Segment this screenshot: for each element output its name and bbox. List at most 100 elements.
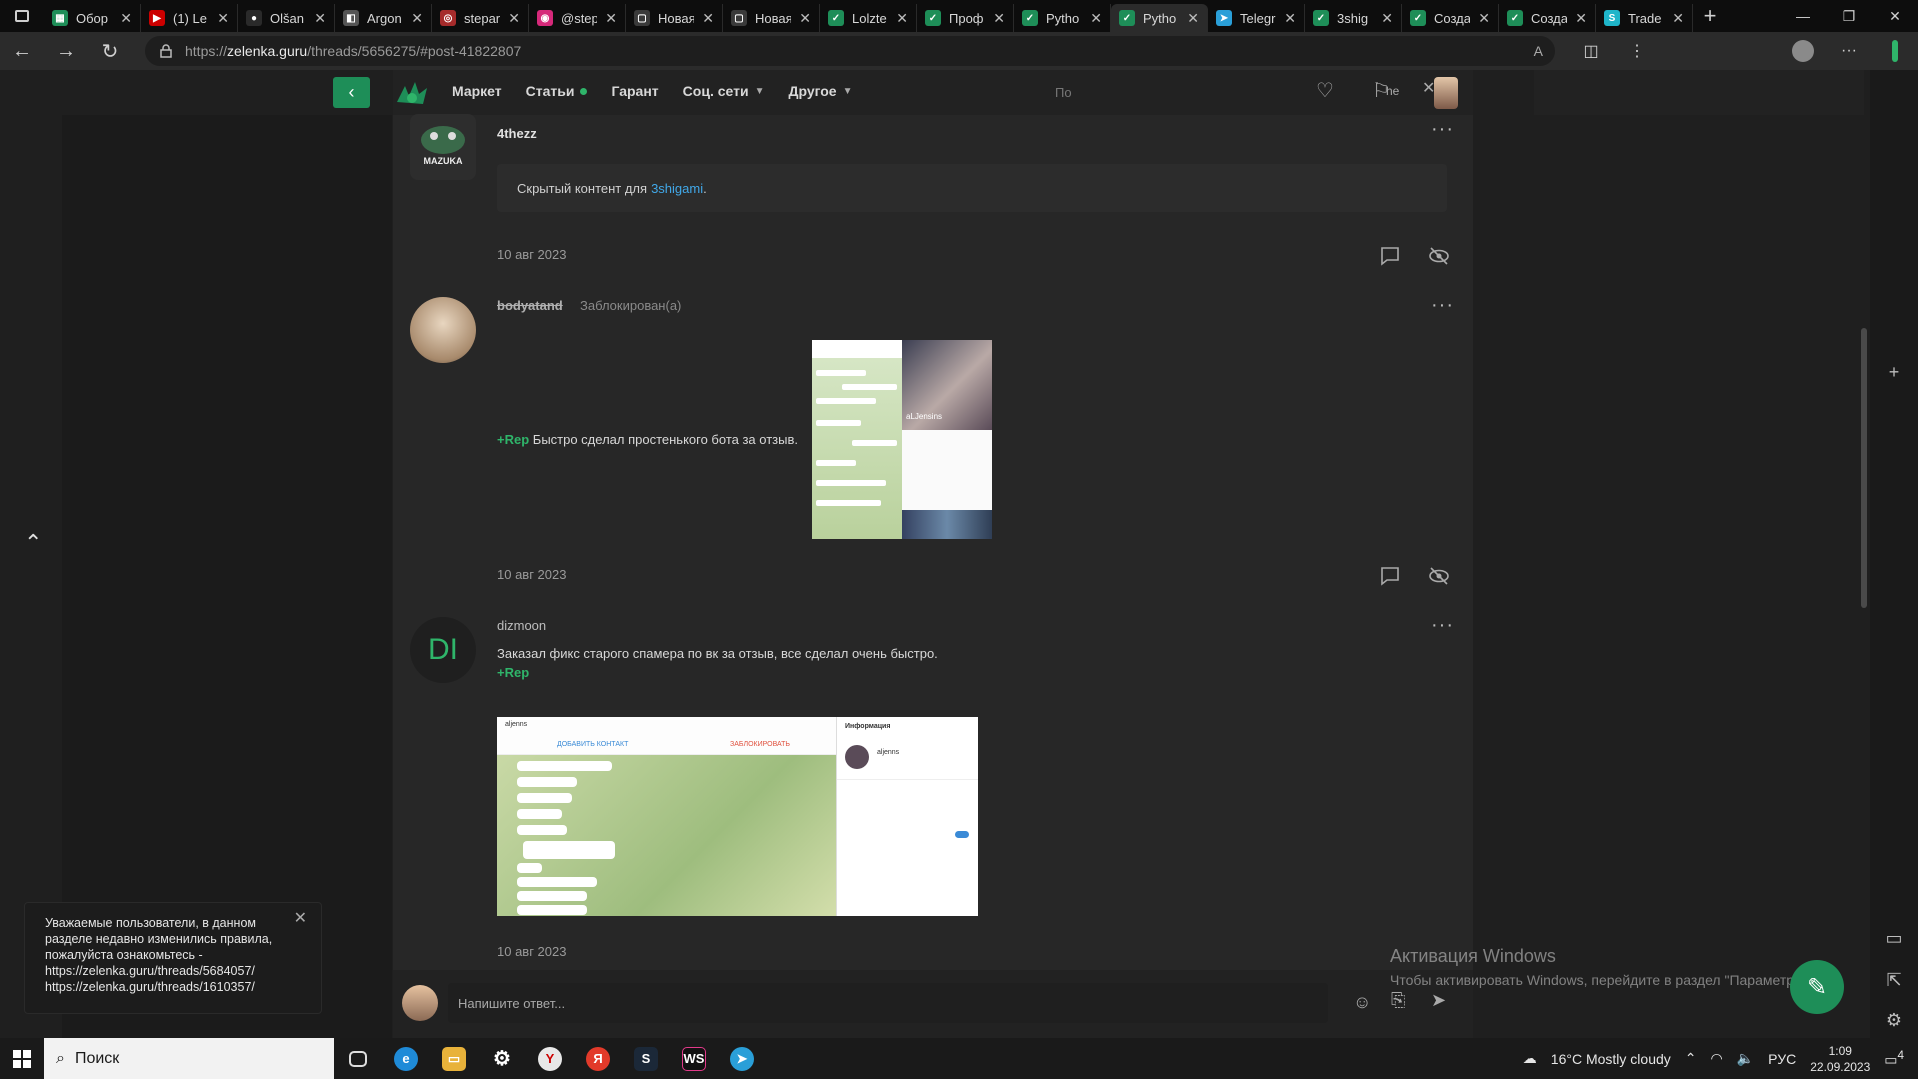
start-button[interactable] xyxy=(0,1038,44,1079)
post-avatar[interactable]: DI xyxy=(410,617,476,683)
tab-close-icon[interactable]: ✕ xyxy=(508,10,520,27)
post-avatar[interactable]: MAZUKA xyxy=(410,114,476,180)
sidebar-toggle-button[interactable]: ‹ xyxy=(333,77,370,108)
webstorm-icon[interactable]: WS xyxy=(670,1038,718,1079)
notice-link-1[interactable]: https://zelenka.guru/threads/5684057/ xyxy=(45,963,301,979)
browser-tab[interactable]: ● Olšan ✕ xyxy=(238,4,335,32)
tab-close-icon[interactable]: ✕ xyxy=(1284,10,1296,27)
tray-expand-icon[interactable]: ⌃ xyxy=(1685,1050,1697,1067)
split-screen-icon[interactable]: ◫ xyxy=(1568,32,1614,70)
volume-icon[interactable]: 🔈 xyxy=(1737,1050,1754,1067)
yandex-browser-icon[interactable]: Y xyxy=(526,1038,574,1079)
sidebar-panel-icon[interactable]: ▭ xyxy=(1884,928,1904,948)
language-indicator[interactable]: РУС xyxy=(1768,1051,1796,1067)
notifications-icon[interactable]: ▭4 xyxy=(1884,1049,1904,1069)
tab-close-icon[interactable]: ✕ xyxy=(702,10,714,27)
close-window-button[interactable]: ✕ xyxy=(1872,0,1918,32)
browser-tab[interactable]: ✓ Созда ✕ xyxy=(1402,4,1499,32)
emoji-icon[interactable]: ☺ xyxy=(1353,992,1371,1013)
open-external-icon[interactable]: ⇱ xyxy=(1884,970,1904,990)
url-field[interactable]: https://zelenka.guru/threads/5656275/#po… xyxy=(145,36,1555,66)
steam-icon[interactable]: S xyxy=(622,1038,670,1079)
profile-icon[interactable] xyxy=(1780,32,1826,70)
forward-button[interactable]: → xyxy=(44,32,88,70)
post-username[interactable]: 4thezz xyxy=(497,126,537,141)
browser-tab[interactable]: ✓ Pytho ✕ xyxy=(1111,4,1208,32)
browser-tab[interactable]: ✓ 3shig ✕ xyxy=(1305,4,1402,32)
tab-close-icon[interactable]: ✕ xyxy=(799,10,811,27)
tab-close-icon[interactable]: ✕ xyxy=(411,10,423,27)
user-avatar[interactable] xyxy=(1434,77,1458,109)
comment-icon[interactable] xyxy=(1379,565,1401,587)
post-username[interactable]: dizmoon xyxy=(497,618,546,633)
yandex-icon[interactable]: Я xyxy=(574,1038,622,1079)
send-icon[interactable]: ➤ xyxy=(1431,990,1446,1011)
network-icon[interactable]: ◠ xyxy=(1711,1050,1723,1067)
page-scrollbar[interactable] xyxy=(1861,328,1867,608)
browser-tab[interactable]: S Trade ✕ xyxy=(1596,4,1693,32)
post-screenshot[interactable]: aljenns ДОБАВИТЬ КОНТАКТ ЗАБЛОКИРОВАТЬ И… xyxy=(497,717,978,916)
browser-tab[interactable]: ▢ Новая ✕ xyxy=(626,4,723,32)
restore-button[interactable]: ❐ xyxy=(1826,0,1872,32)
browser-tab[interactable]: ▶ (1) Le ✕ xyxy=(141,4,238,32)
settings-icon[interactable]: ⚙ xyxy=(478,1038,526,1079)
browser-tab[interactable]: ✓ Lolzte ✕ xyxy=(820,4,917,32)
explorer-icon[interactable]: ▭ xyxy=(430,1038,478,1079)
post-date[interactable]: 10 авг 2023 xyxy=(497,944,566,959)
clock[interactable]: 1:09 22.09.2023 xyxy=(1810,1043,1870,1075)
post-avatar[interactable] xyxy=(410,297,476,363)
telegram-icon[interactable]: ➤ xyxy=(718,1038,766,1079)
browser-tab[interactable]: ▦ Обор ✕ xyxy=(44,4,141,32)
nav-social[interactable]: Соц. сети ▼ xyxy=(683,83,765,99)
hide-eye-icon[interactable] xyxy=(1428,245,1450,267)
tab-close-icon[interactable]: ✕ xyxy=(1672,10,1684,27)
browser-tab[interactable]: ◎ stepar ✕ xyxy=(432,4,529,32)
post-date[interactable]: 10 авг 2023 xyxy=(497,567,566,582)
heart-icon[interactable]: ♡ xyxy=(1316,78,1334,103)
nav-market[interactable]: Маркет xyxy=(452,83,502,99)
read-aloud-icon[interactable]: A xyxy=(1534,43,1543,59)
nav-articles[interactable]: Статьи xyxy=(526,83,588,99)
tab-close-icon[interactable]: ✕ xyxy=(1187,10,1199,27)
task-view-icon[interactable] xyxy=(334,1038,382,1079)
edge-icon[interactable]: e xyxy=(382,1038,430,1079)
browser-tab[interactable]: ▢ Новая ✕ xyxy=(723,4,820,32)
close-icon[interactable]: ✕ xyxy=(294,911,307,927)
browser-tab[interactable]: ➤ Telegr ✕ xyxy=(1208,4,1305,32)
new-tab-button[interactable]: + xyxy=(1693,3,1727,29)
tab-close-icon[interactable]: ✕ xyxy=(896,10,908,27)
taskbar-search[interactable]: ⌕ Поиск xyxy=(44,1038,334,1079)
tab-close-icon[interactable]: ✕ xyxy=(314,10,326,27)
hide-eye-icon[interactable] xyxy=(1428,565,1450,587)
browser-tab[interactable]: ◉ @step ✕ xyxy=(529,4,626,32)
tab-close-icon[interactable]: ✕ xyxy=(605,10,617,27)
post-menu-button[interactable]: ··· xyxy=(1431,614,1454,637)
tab-close-icon[interactable]: ✕ xyxy=(1575,10,1587,27)
add-sidebar-icon[interactable]: + xyxy=(1884,362,1904,382)
more-menu-icon[interactable]: ··· xyxy=(1826,32,1872,70)
hidden-content-user-link[interactable]: 3shigami xyxy=(651,181,703,196)
site-logo-icon[interactable] xyxy=(395,78,429,108)
post-menu-button[interactable]: ··· xyxy=(1431,294,1454,317)
comment-icon[interactable] xyxy=(1379,245,1401,267)
nav-guarantor[interactable]: Гарант xyxy=(611,83,658,99)
post-screenshot[interactable]: aLJensins xyxy=(812,340,992,539)
minimize-button[interactable]: — xyxy=(1780,0,1826,32)
extensions-icon[interactable]: ⋮ xyxy=(1614,32,1660,70)
tab-close-icon[interactable]: ✕ xyxy=(1381,10,1393,27)
attach-image-icon[interactable]: ⎘ xyxy=(1391,990,1405,1011)
settings-gear-icon[interactable]: ⚙ xyxy=(1884,1010,1904,1030)
tab-close-icon[interactable]: ✕ xyxy=(120,10,132,27)
back-button[interactable]: ← xyxy=(0,32,44,70)
browser-tab[interactable]: ✓ Pytho ✕ xyxy=(1014,4,1111,32)
post-menu-button[interactable]: ··· xyxy=(1431,118,1454,141)
scroll-up-icon[interactable]: ⌃ xyxy=(24,530,42,556)
reply-input[interactable]: Напишите ответ... xyxy=(448,983,1328,1023)
post-date[interactable]: 10 авг 2023 xyxy=(497,247,566,262)
tab-close-icon[interactable]: ✕ xyxy=(217,10,229,27)
weather-text[interactable]: 16°C Mostly cloudy xyxy=(1551,1051,1671,1067)
tab-close-icon[interactable]: ✕ xyxy=(1478,10,1490,27)
browser-tab[interactable]: ✓ Проф ✕ xyxy=(917,4,1014,32)
post-username[interactable]: bodyatand xyxy=(497,298,563,313)
tab-close-icon[interactable]: ✕ xyxy=(993,10,1005,27)
